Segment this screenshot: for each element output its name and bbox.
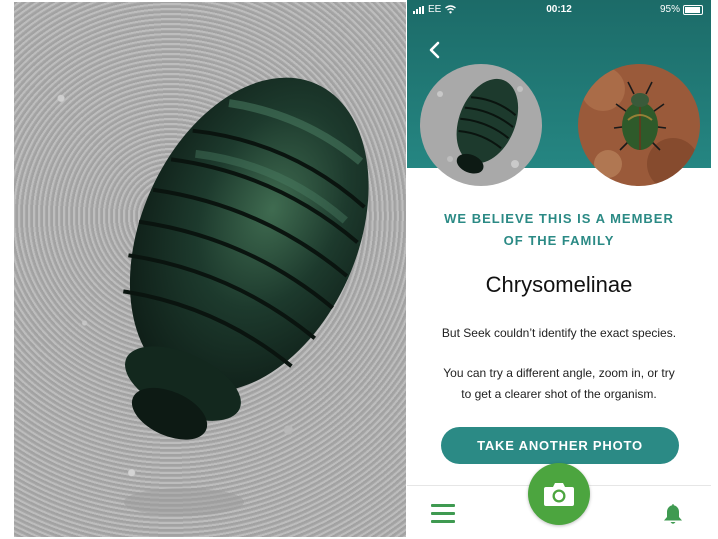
identification-message: But Seek couldn’t identify the exact spe…	[441, 326, 677, 340]
camera-button[interactable]	[528, 463, 590, 525]
family-name: Chrysomelinae	[485, 272, 633, 297]
chevron-left-icon	[429, 41, 440, 59]
back-button[interactable]	[423, 36, 447, 64]
bell-icon[interactable]	[661, 502, 685, 526]
battery-fill	[685, 6, 701, 13]
user-beetle-image	[420, 64, 542, 186]
battery-icon	[683, 4, 703, 15]
camera-icon	[544, 483, 574, 506]
status-bar: EE 00:12 95%	[407, 0, 711, 20]
battery-percent: 95%	[659, 4, 680, 15]
result-heading: WE BELIEVE THIS IS A MEMBER OF THE FAMIL…	[407, 208, 711, 252]
beetle-photo	[123, 77, 369, 516]
result-header: EE 00:12 95%	[407, 0, 711, 186]
take-another-photo-button[interactable]: TAKE ANOTHER PHOTO	[441, 427, 679, 464]
suggestion-line1: You can try a different angle, zoom in, …	[443, 366, 675, 380]
seek-app-screen: EE 00:12 95% WE BELIEVE THIS IS A MEMBER…	[407, 0, 711, 539]
status-right: 95%	[660, 4, 703, 15]
beetle-photo-panel	[14, 2, 406, 537]
suggestion-message: You can try a different angle, zoom in, …	[433, 363, 685, 405]
user-photo-thumbnail	[420, 64, 542, 186]
menu-icon[interactable]	[431, 504, 455, 524]
result-heading-line2: OF THE FAMILY	[503, 233, 615, 248]
notifications-bell-glyph	[664, 504, 682, 524]
suggestion-line2: to get a clearer shot of the organism.	[461, 387, 657, 401]
result-heading-line1: WE BELIEVE THIS IS A MEMBER	[444, 211, 674, 226]
match-photo-thumbnail	[578, 64, 700, 186]
match-beetle-image	[578, 64, 700, 186]
